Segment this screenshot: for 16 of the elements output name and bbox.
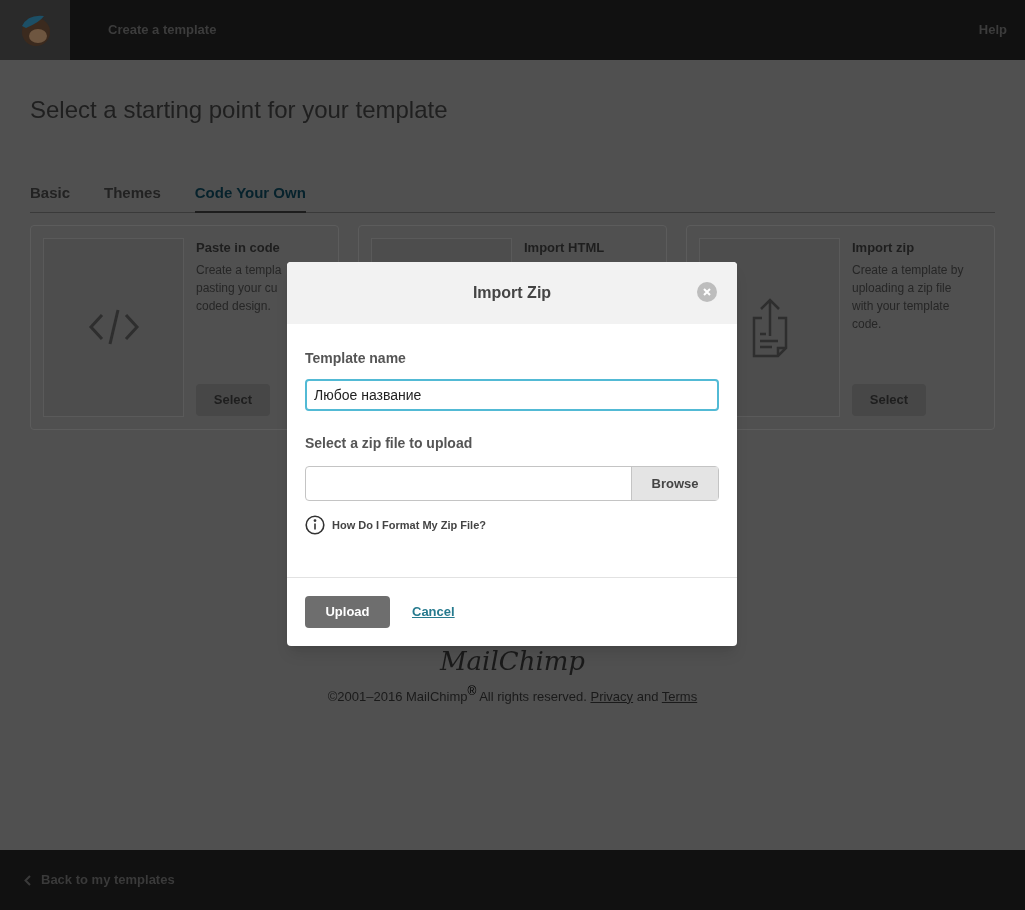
cancel-link[interactable]: Cancel	[412, 602, 455, 622]
field-label: Template name	[305, 349, 407, 368]
format-help-link[interactable]: How Do I Format My Zip File?	[305, 515, 719, 535]
file-field[interactable]: Browse	[305, 466, 719, 501]
browse-button[interactable]: Browse	[631, 467, 718, 500]
chevron-left-icon	[24, 874, 31, 886]
upload-file-icon	[751, 296, 788, 358]
upload-button[interactable]: Upload	[305, 596, 390, 628]
dialog-title: Import Zip	[472, 283, 552, 303]
tab[interactable]: Code Your Own	[194, 182, 306, 213]
close-icon	[703, 288, 711, 296]
field-label: Select a zip file to upload	[305, 434, 474, 453]
close-button[interactable]	[697, 282, 717, 302]
code-icon	[87, 307, 140, 347]
template-name-field[interactable]: Любое название	[305, 379, 719, 411]
info-icon	[305, 515, 325, 535]
